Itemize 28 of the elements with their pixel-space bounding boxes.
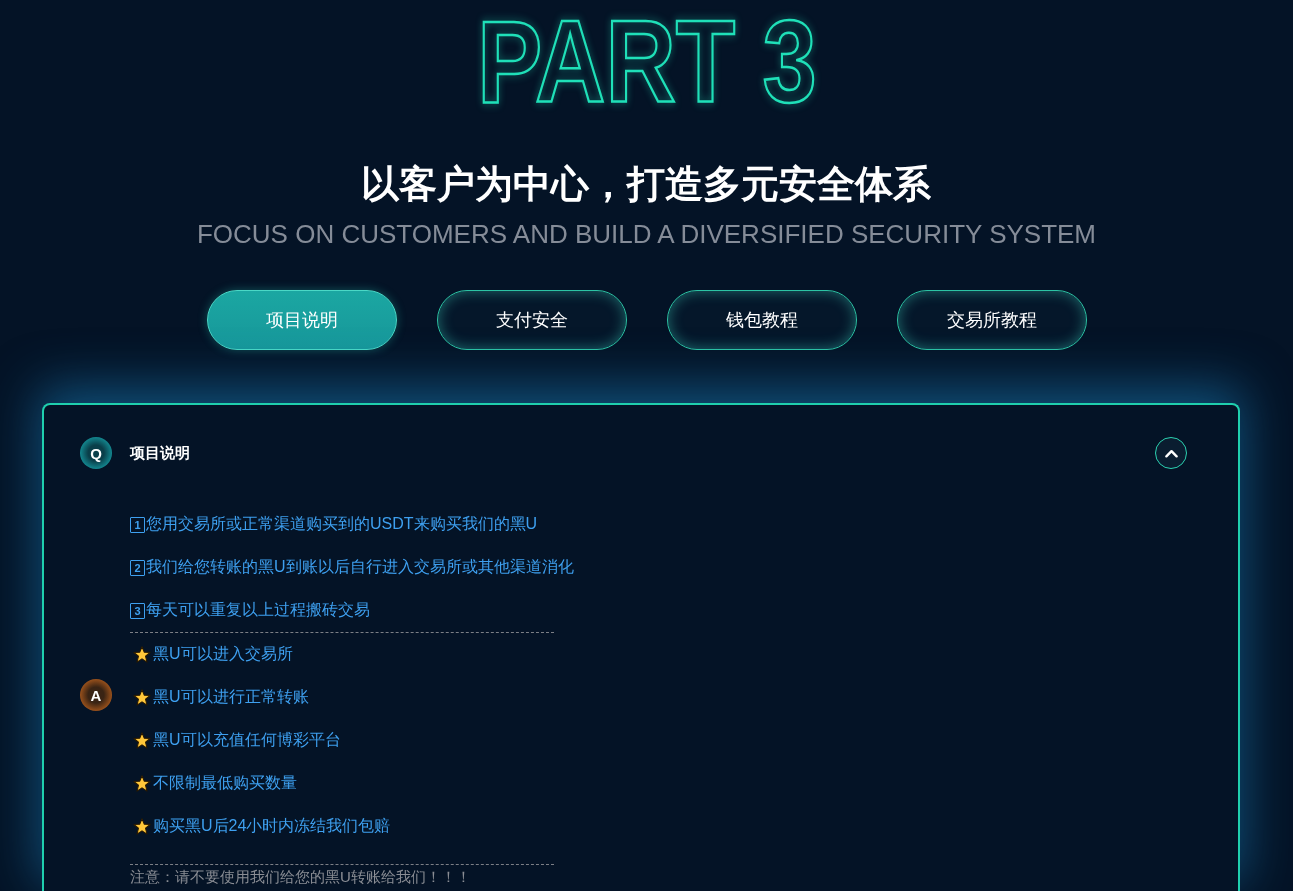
feature-text: 购买黑U后24小时内冻结我们包赔	[153, 816, 391, 836]
question-badge: Q	[80, 437, 112, 469]
tab[interactable]: 钱包教程	[666, 290, 857, 350]
section-heading: 以客户为中心，打造多元安全体系	[361, 162, 932, 206]
tab[interactable]: 支付安全	[436, 290, 627, 350]
star-icon	[133, 646, 151, 663]
tab[interactable]: 交易所教程	[896, 290, 1087, 350]
feature-text: 黑U可以进行正常转账	[153, 687, 309, 707]
feature-text: 黑U可以进入交易所	[153, 644, 293, 664]
step-number: 3	[130, 602, 145, 619]
feature-text: 黑U可以充值任何博彩平台	[153, 730, 341, 750]
step-number: 1	[130, 516, 145, 533]
section-subheading: FOCUS ON CUSTOMERS AND BUILD A DIVERSIFIED SECURITY SYSTEM	[196, 218, 1097, 250]
step-number: 2	[130, 559, 145, 576]
part-title: PART 3	[475, 0, 818, 120]
answer-badge: A	[80, 679, 112, 711]
step-text: 每天可以重复以上过程搬砖交易	[146, 600, 370, 620]
feature-text: 不限制最低购买数量	[153, 773, 297, 793]
chevron-up-icon	[1164, 448, 1178, 458]
star-icon	[133, 775, 151, 792]
question-text: 项目说明	[130, 443, 191, 463]
star-icon	[133, 732, 151, 749]
star-icon	[133, 689, 151, 706]
step-text: 我们给您转账的黑U到账以后自行进入交易所或其他渠道消化	[146, 557, 574, 577]
note-text: 注意：请不要使用我们给您的黑U转账给我们！！！	[130, 867, 471, 887]
collapse-button[interactable]	[1155, 437, 1187, 469]
step-text: 您用交易所或正常渠道购买到的USDT来购买我们的黑U	[146, 514, 538, 534]
star-icon	[133, 818, 151, 835]
